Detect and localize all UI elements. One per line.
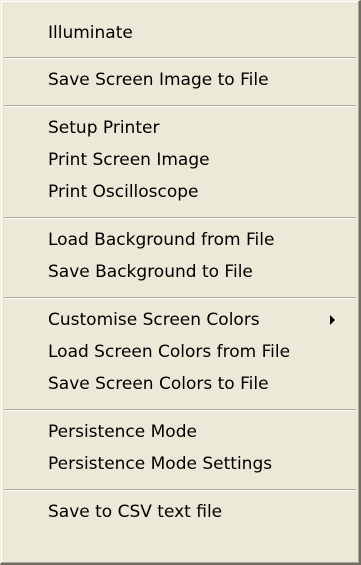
- menu-item-label: Load Background from File: [48, 230, 275, 250]
- menu-item-setup-printer[interactable]: Setup Printer: [1, 112, 357, 144]
- menu-item-load-background[interactable]: Load Background from File: [1, 224, 357, 256]
- menu-item-label: Illuminate: [48, 23, 133, 43]
- menu-item-customise-screen-colors[interactable]: Customise Screen Colors: [1, 304, 357, 336]
- menu-item-label: Persistence Mode Settings: [48, 454, 273, 474]
- menu-item-label: Save Screen Image to File: [48, 70, 269, 90]
- menu-item-label: Save Background to File: [48, 262, 253, 282]
- menu-separator: [4, 489, 356, 491]
- menu-separator: [4, 105, 356, 107]
- menu-item-save-screen-colors[interactable]: Save Screen Colors to File: [1, 368, 357, 400]
- menu-item-label: Print Screen Image: [48, 150, 210, 170]
- menu-separator: [4, 217, 356, 219]
- menu-item-print-screen-image[interactable]: Print Screen Image: [1, 144, 357, 176]
- menu-item-label: Print Oscilloscope: [48, 182, 199, 202]
- menu-separator: [4, 297, 356, 299]
- context-menu: Illuminate Save Screen Image to File Set…: [0, 0, 361, 565]
- menu-item-persistence-mode[interactable]: Persistence Mode: [1, 416, 357, 448]
- menu-item-save-screen-image[interactable]: Save Screen Image to File: [1, 64, 357, 96]
- menu-separator: [4, 57, 356, 59]
- menu-item-label: Persistence Mode: [48, 422, 197, 442]
- menu-item-label: Setup Printer: [48, 118, 160, 138]
- chevron-right-icon: [330, 315, 335, 325]
- menu-item-save-background[interactable]: Save Background to File: [1, 256, 357, 288]
- menu-item-print-oscilloscope[interactable]: Print Oscilloscope: [1, 176, 357, 208]
- menu-item-load-screen-colors[interactable]: Load Screen Colors from File: [1, 336, 357, 368]
- menu-separator: [4, 409, 356, 411]
- menu-item-persistence-mode-settings[interactable]: Persistence Mode Settings: [1, 448, 357, 480]
- menu-item-illuminate[interactable]: Illuminate: [1, 17, 357, 49]
- menu-item-save-to-csv[interactable]: Save to CSV text file: [1, 496, 357, 528]
- menu-item-label: Load Screen Colors from File: [48, 342, 291, 362]
- menu-item-label: Save Screen Colors to File: [48, 374, 269, 394]
- menu-item-label: Save to CSV text file: [48, 502, 223, 522]
- menu-item-label: Customise Screen Colors: [48, 310, 260, 330]
